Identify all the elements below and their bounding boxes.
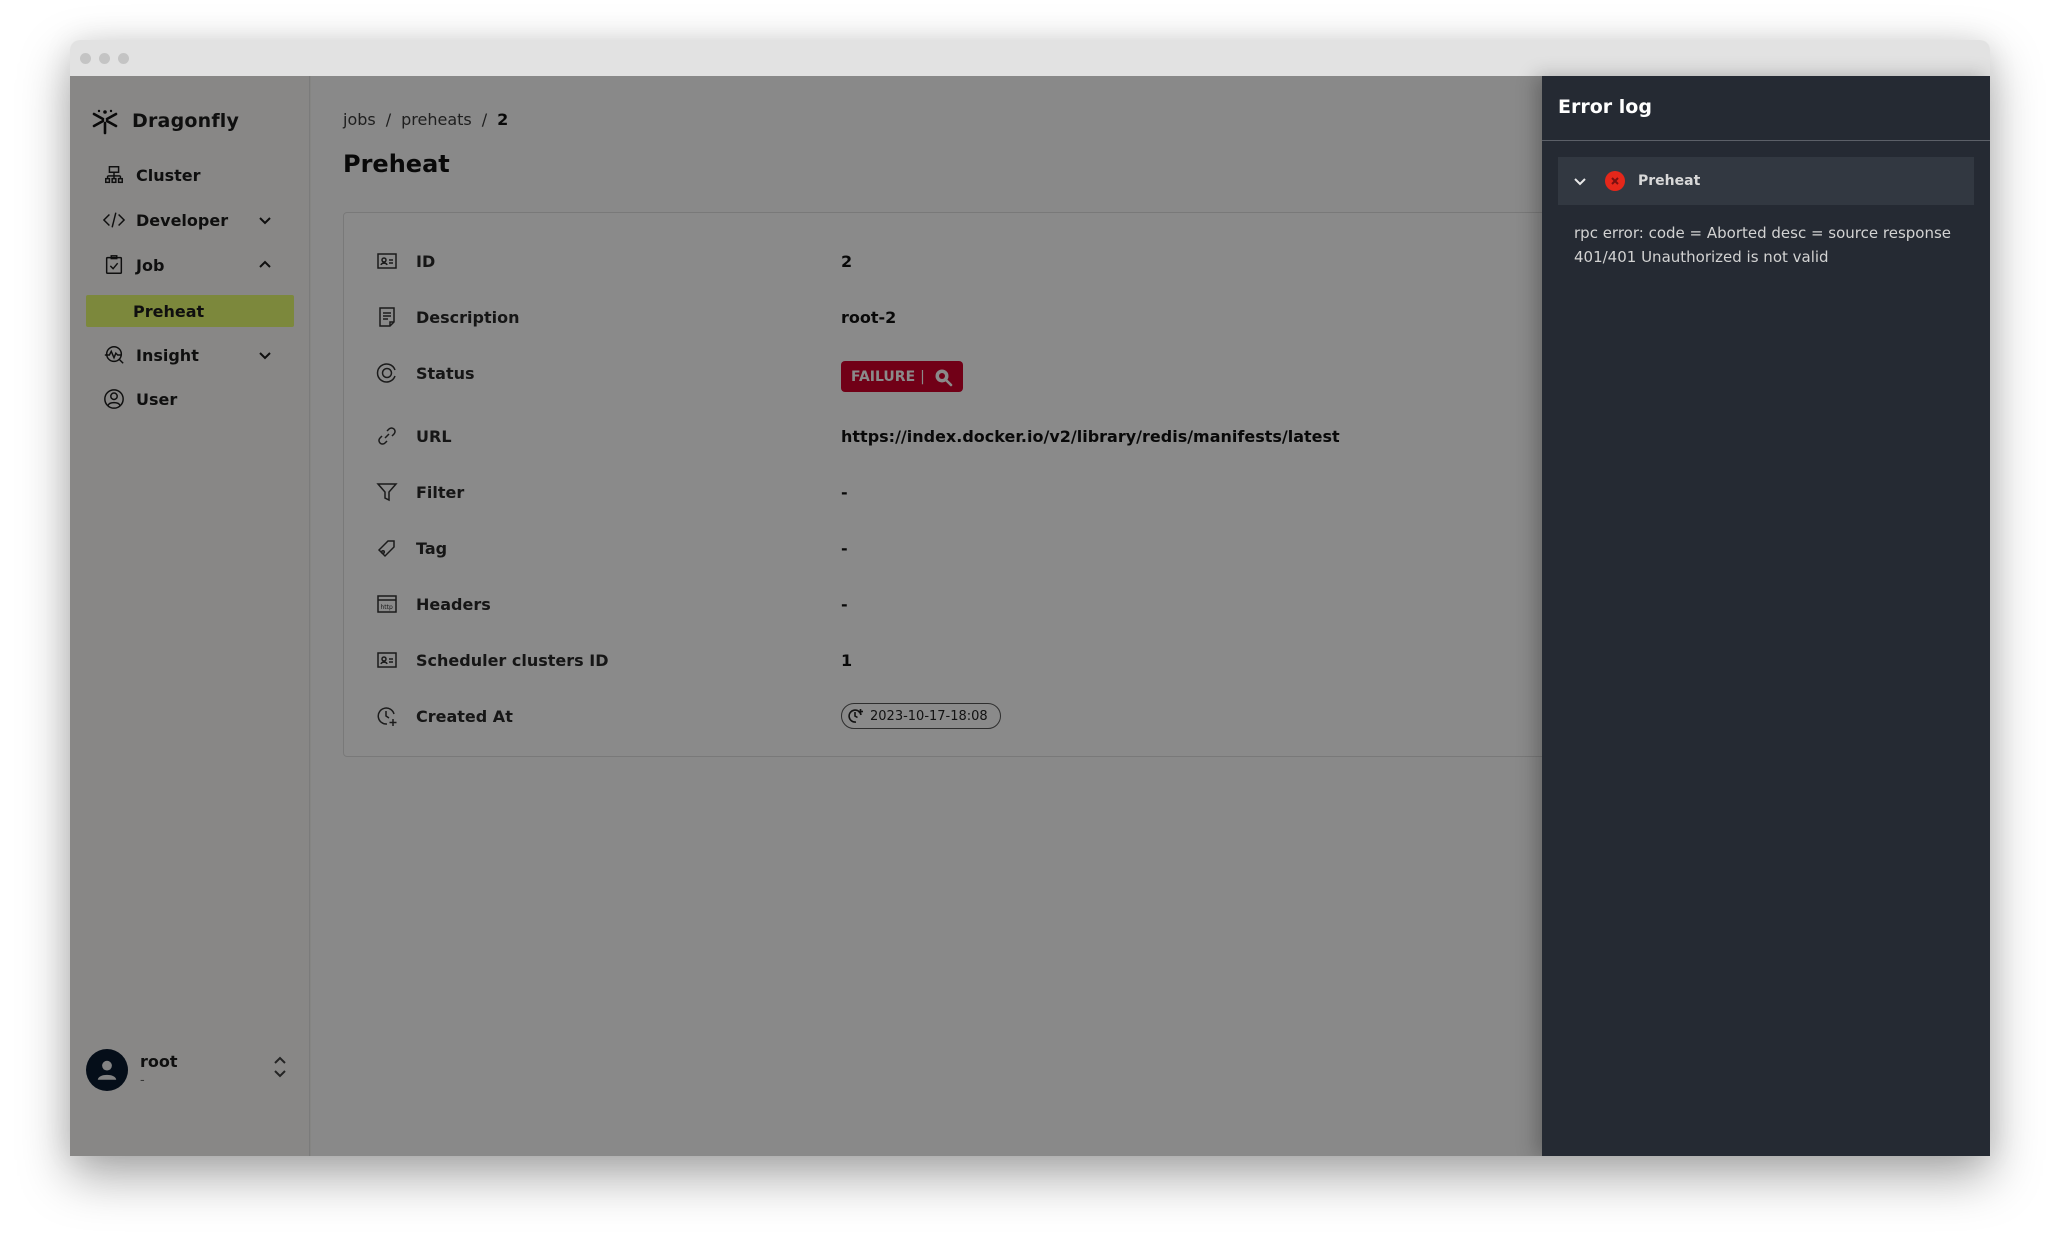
- app: Dragonfly Cluster Developer Job Preheat …: [70, 76, 1990, 1156]
- error-entry-message: rpc error: code = Aborted desc = source …: [1574, 224, 1952, 266]
- window-minimize-button[interactable]: [99, 53, 110, 64]
- error-entry-title: Preheat: [1638, 173, 1701, 189]
- window-close-button[interactable]: [80, 53, 91, 64]
- divider: [1542, 140, 1990, 141]
- window-maximize-button[interactable]: [118, 53, 129, 64]
- error-log-drawer: Error log Preheat rpc error: code = Abor…: [1542, 76, 1990, 1156]
- title-bar: [70, 40, 1990, 76]
- chevron-down-icon: [1572, 173, 1588, 189]
- drawer-backdrop[interactable]: [70, 76, 1542, 1156]
- error-entry-header[interactable]: Preheat: [1558, 157, 1974, 205]
- error-icon: [1605, 171, 1625, 191]
- error-log-title: Error log: [1558, 96, 1652, 118]
- app-window: Dragonfly Cluster Developer Job Preheat …: [70, 40, 1990, 1156]
